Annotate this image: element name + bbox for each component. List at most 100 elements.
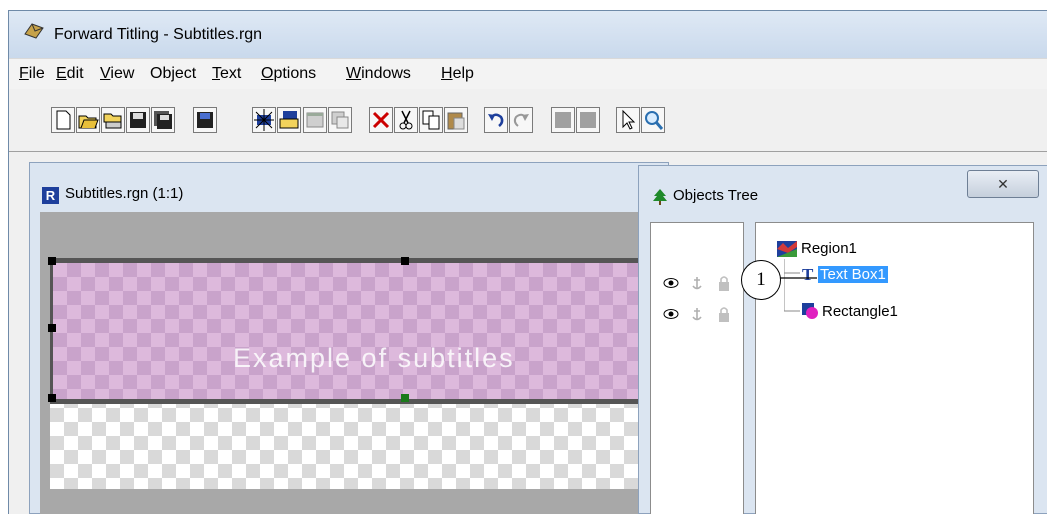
menu-text[interactable]: Text — [212, 65, 241, 83]
editing-canvas[interactable]: Example of subtitles — [40, 212, 680, 514]
menu-text-label: ext — [220, 65, 242, 82]
window-title: Forward Titling - Subtitles.rgn — [54, 26, 263, 43]
eye-icon — [663, 278, 679, 288]
region-button[interactable] — [252, 107, 276, 133]
block-icon — [555, 112, 571, 128]
menu-help[interactable]: Help — [441, 65, 474, 83]
magnifier-icon — [645, 111, 664, 130]
arrow-cursor-icon — [622, 109, 636, 130]
lock-icon — [719, 307, 729, 322]
new-file-icon — [56, 110, 71, 130]
region-star-icon — [254, 109, 274, 131]
menu-windows-label: indows — [361, 65, 411, 82]
window-pages-button[interactable] — [328, 107, 352, 133]
menu-file-label: ile — [28, 65, 45, 82]
callout-leader-line — [779, 277, 817, 279]
callout-badge: 1 — [741, 260, 781, 300]
document-window: R Subtitles.rgn (1:1) Example of subtitle… — [29, 162, 680, 514]
menu-options[interactable]: Options — [261, 65, 316, 83]
menu-edit-accel: E — [56, 65, 67, 82]
panel-title: Objects Tree — [673, 187, 759, 204]
paste-icon — [447, 112, 465, 130]
region-icon — [777, 241, 797, 257]
menu-object-label: Object — [150, 65, 197, 82]
region-file-icon: R — [42, 187, 59, 204]
menu-text-accel: T — [212, 65, 220, 82]
close-icon: ✕ — [997, 176, 1009, 192]
anchor-icon — [692, 277, 702, 290]
window-button[interactable] — [303, 107, 327, 133]
folder-print-icon — [103, 113, 122, 129]
open-folder-icon — [78, 115, 99, 129]
undo-icon — [488, 113, 504, 127]
open-region-button[interactable] — [277, 107, 301, 133]
menu-windows-accel: W — [346, 65, 362, 82]
floppy-icon — [130, 112, 146, 128]
app-icon — [24, 23, 44, 39]
floppy-icon — [197, 112, 213, 128]
object-tree-view: Region1 T Text Box1 Rectangle1 — [755, 222, 1034, 514]
menu-options-label: ptions — [273, 65, 317, 82]
copy-button[interactable] — [419, 107, 443, 133]
title-bar: Forward Titling - Subtitles.rgn — [9, 11, 1047, 58]
select-tool-button[interactable] — [616, 107, 640, 133]
menu-bar: File Edit View Object Text Options Windo… — [9, 58, 1047, 90]
redo-button[interactable] — [509, 107, 533, 133]
save-all-button[interactable] — [151, 107, 175, 133]
save-as-button[interactable] — [193, 107, 217, 133]
menu-options-accel: O — [261, 65, 274, 82]
menu-edit-label: dit — [66, 65, 84, 82]
anchor-icon — [692, 308, 702, 321]
tree-node-rectangle[interactable]: Rectangle1 — [822, 303, 898, 320]
resize-handle[interactable] — [48, 324, 56, 332]
toolbar — [9, 89, 1047, 152]
delete-button[interactable] — [369, 107, 393, 133]
menu-view-label: iew — [110, 65, 135, 82]
window-icon — [306, 112, 324, 128]
visibility-lock-row — [663, 276, 729, 291]
menu-windows[interactable]: Windows — [346, 65, 411, 83]
resize-handle[interactable] — [401, 257, 409, 265]
new-button[interactable] — [51, 107, 75, 133]
save-button[interactable] — [126, 107, 150, 133]
align-right-button[interactable] — [576, 107, 600, 133]
open-button[interactable] — [76, 107, 100, 133]
resize-handle[interactable] — [48, 257, 56, 265]
open-print-button[interactable] — [101, 107, 125, 133]
menu-help-accel: H — [441, 65, 453, 82]
floppy-stack-icon — [154, 111, 172, 129]
menu-view-accel: V — [100, 65, 111, 82]
window-pages-icon — [331, 111, 349, 129]
resize-handle[interactable] — [48, 394, 56, 402]
menu-help-label: elp — [452, 65, 474, 82]
visibility-lock-row — [663, 307, 729, 322]
app-window: Forward Titling - Subtitles.rgn File Edi… — [8, 10, 1047, 514]
close-button[interactable]: ✕ — [967, 170, 1039, 198]
copy-icon — [422, 110, 440, 130]
resize-handle[interactable] — [401, 394, 409, 402]
undo-button[interactable] — [484, 107, 508, 133]
document-title: R Subtitles.rgn (1:1) — [42, 185, 183, 204]
tree-node-region[interactable]: Region1 — [801, 240, 857, 257]
paste-button[interactable] — [444, 107, 468, 133]
lock-icon — [719, 276, 729, 291]
object-flags-column — [650, 222, 744, 514]
transparent-area — [50, 394, 660, 489]
menu-edit[interactable]: Edit — [56, 65, 84, 83]
scissors-icon — [399, 110, 413, 130]
block-icon — [580, 112, 596, 128]
text-box-object[interactable]: Example of subtitles — [50, 258, 663, 404]
redo-icon — [513, 113, 529, 127]
objects-tree-panel: Objects Tree ✕ Region1 T Text Box1 Recta… — [638, 165, 1047, 514]
menu-file[interactable]: File — [19, 65, 45, 83]
document-title-label: Subtitles.rgn (1:1) — [65, 185, 184, 202]
menu-view[interactable]: View — [100, 65, 134, 83]
align-left-button[interactable] — [551, 107, 575, 133]
folder-region-icon — [279, 111, 299, 129]
zoom-tool-button[interactable] — [641, 107, 665, 133]
tree-icon — [653, 189, 667, 205]
menu-object[interactable]: Object — [150, 65, 196, 83]
tree-node-text-box[interactable]: Text Box1 — [818, 266, 888, 283]
subtitle-text: Example of subtitles — [233, 343, 515, 373]
cut-button[interactable] — [394, 107, 418, 133]
